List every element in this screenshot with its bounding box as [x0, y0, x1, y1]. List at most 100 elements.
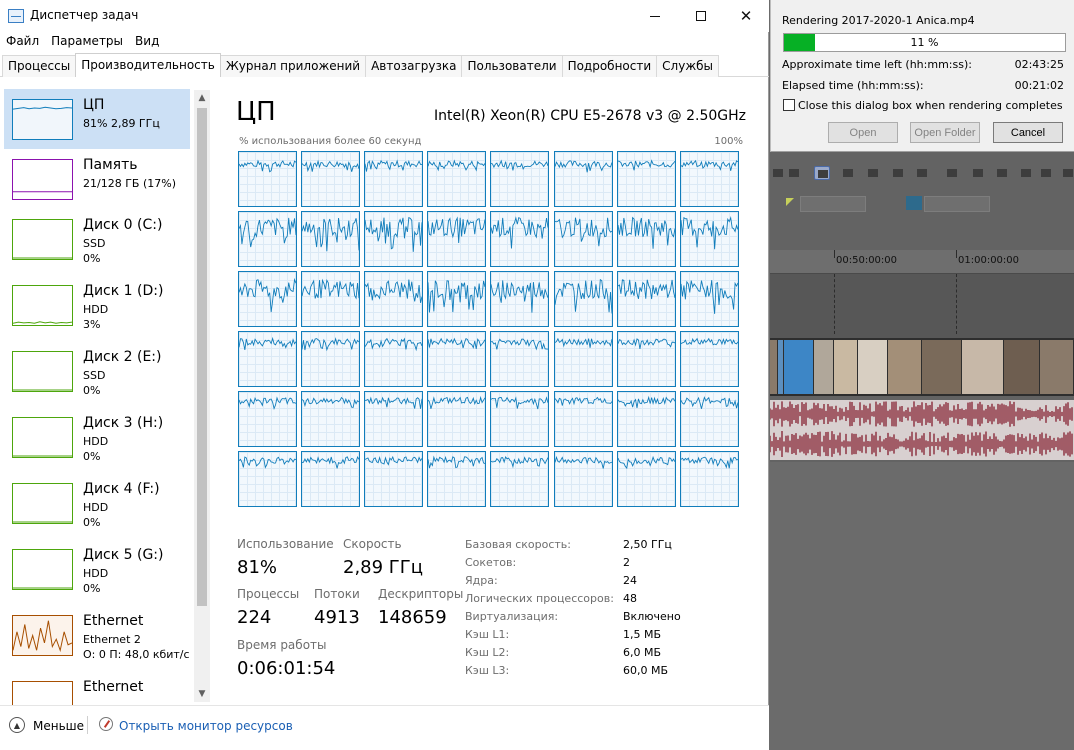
scroll-up-icon[interactable]: ▲ [194, 90, 210, 106]
sidebar-item-disk-1[interactable]: Диск 1 (D:) HDD 3% [4, 275, 190, 335]
video-track[interactable] [770, 338, 1074, 396]
chevron-up-icon[interactable]: ▲ [9, 717, 25, 733]
region-icon[interactable] [1038, 166, 1054, 180]
envelope-tool-icon[interactable] [840, 166, 856, 180]
sidebar-item-memory[interactable]: Память 21/128 ГБ (17%) [4, 149, 190, 209]
video-clip-thumbnail[interactable] [858, 340, 887, 394]
render-progress-bar: 11 % [783, 33, 1066, 52]
sidebar-item-disk-3[interactable]: Диск 3 (H:) HDD 0% [4, 407, 190, 467]
ruler-label: 00:50:00:00 [836, 255, 898, 266]
video-clip-thumbnail[interactable] [1004, 340, 1039, 394]
logical-processor-graph [679, 211, 739, 267]
sidebar-scrollbar[interactable]: ▲ ▼ [194, 90, 210, 702]
speed-label: Скорость [343, 537, 402, 551]
scroll-down-icon[interactable]: ▼ [194, 686, 210, 702]
marker-icon[interactable] [1018, 166, 1034, 180]
normal-edit-tool-icon[interactable] [814, 166, 830, 180]
zoom-tool-icon[interactable] [890, 166, 906, 180]
scrollbar-thumb[interactable] [197, 108, 207, 606]
maximize-button[interactable] [678, 0, 724, 32]
thumbnail-line [13, 455, 72, 457]
cpu-usage-line [491, 455, 549, 469]
tab-app-history[interactable]: Журнал приложений [219, 55, 367, 77]
cancel-button[interactable]: Cancel [993, 122, 1063, 143]
play-from-start-icon[interactable] [786, 166, 802, 180]
thumbnail-line [13, 389, 72, 391]
sidebar-item-value: О: 0 П: 48,0 кбит/с [83, 648, 190, 661]
video-clip-thumbnail[interactable] [1040, 340, 1073, 394]
editor-slider-row [770, 192, 1074, 214]
snapping-icon[interactable] [914, 166, 930, 180]
logical-processor-graph [238, 211, 297, 267]
tab-users[interactable]: Пользователи [461, 55, 563, 77]
tab-startup[interactable]: Автозагрузка [365, 55, 463, 77]
save-icon[interactable] [1060, 166, 1074, 180]
open-folder-button[interactable]: Open Folder [910, 122, 980, 143]
cpu-usage-line [554, 160, 612, 173]
close-when-done-label[interactable]: Close this dialog box when rendering com… [798, 99, 1063, 112]
logical-processor-graph [679, 151, 739, 207]
region-slider[interactable] [924, 196, 990, 212]
cpu-usage-line [239, 336, 296, 351]
video-clip-thumbnail[interactable] [962, 340, 1003, 394]
ignore-grouping-icon[interactable] [994, 166, 1010, 180]
sidebar-item-value: 0% [83, 384, 101, 397]
spec-label: Логических процессоров: [465, 592, 614, 605]
cpu-usage-line [491, 396, 549, 410]
video-clip-thumbnail[interactable] [770, 340, 777, 394]
cpu-usage-line [680, 159, 738, 171]
logical-processor-graphs[interactable] [238, 151, 744, 511]
audio-waveform [770, 401, 1073, 457]
spec-label: Кэш L2: [465, 646, 510, 659]
cpu-usage-line [491, 280, 549, 313]
title-bar[interactable]: Диспетчер задач ✕ [0, 0, 769, 32]
video-clip-thumbnail[interactable] [778, 340, 783, 394]
play-icon[interactable] [770, 166, 786, 180]
selection-tool-icon[interactable] [865, 166, 881, 180]
menu-file[interactable]: Файл [0, 32, 45, 52]
sidebar-item-disk-5[interactable]: Диск 5 (G:) HDD 0% [4, 539, 190, 599]
tab-processes[interactable]: Процессы [2, 55, 77, 77]
timeline-ruler[interactable]: 00:50:00:00 01:00:00:00 [770, 250, 1074, 274]
cpu-usage-line [554, 217, 612, 247]
sidebar-item-disk-4[interactable]: Диск 4 (F:) HDD 0% [4, 473, 190, 533]
cpu-usage-line [617, 455, 675, 470]
audio-track[interactable] [770, 400, 1074, 460]
open-resource-monitor-link[interactable]: Открыть монитор ресурсов [119, 719, 293, 733]
tab-details[interactable]: Подробности [561, 55, 658, 77]
sidebar-item-ethernet-2[interactable]: Ethernet [4, 671, 190, 705]
lock-envelopes-icon[interactable] [970, 166, 986, 180]
tab-performance[interactable]: Производительность [75, 53, 221, 77]
video-clip-thumbnail[interactable] [922, 340, 961, 394]
video-clip-thumbnail[interactable] [888, 340, 921, 394]
sidebar-item-cpu[interactable]: ЦП 81% 2,89 ГГц [4, 89, 190, 149]
resource-monitor-icon[interactable] [99, 717, 113, 731]
fewer-details-link[interactable]: Меньше [33, 719, 84, 733]
sidebar-item-disk-2[interactable]: Диск 2 (E:) SSD 0% [4, 341, 190, 401]
handles-label: Дескрипторы [378, 587, 464, 601]
open-button[interactable]: Open [828, 122, 898, 143]
sidebar-item-ethernet[interactable]: Ethernet Ethernet 2 О: 0 П: 48,0 кбит/с [4, 605, 190, 665]
video-clip-thumbnail[interactable] [814, 340, 833, 394]
close-button[interactable]: ✕ [723, 0, 769, 32]
video-clip-thumbnail[interactable] [784, 340, 813, 394]
close-when-done-checkbox[interactable] [783, 99, 795, 111]
auto-ripple-icon[interactable] [944, 166, 960, 180]
sidebar-item-name: Диск 5 (G:) [83, 547, 164, 563]
spec-label: Виртуализация: [465, 610, 559, 623]
cpu-usage-line [680, 216, 738, 250]
sidebar-item-disk-0[interactable]: Диск 0 (C:) SSD 0% [4, 209, 190, 269]
sidebar-item-detail: 81% 2,89 ГГц [83, 117, 160, 130]
logical-processor-graph [490, 211, 550, 267]
menu-options[interactable]: Параметры [45, 32, 129, 52]
time-slider[interactable] [800, 196, 866, 212]
render-progress-text: 11 % [910, 36, 939, 49]
network-thumbnail-graph [12, 681, 73, 705]
video-clip-thumbnail[interactable] [834, 340, 857, 394]
sidebar-item-type: SSD [83, 237, 106, 250]
spec-value: 2 [623, 556, 630, 569]
minimize-button[interactable] [632, 0, 678, 32]
menu-view[interactable]: Вид [129, 32, 165, 52]
thumbnail-line [13, 682, 72, 705]
tab-services[interactable]: Службы [656, 55, 720, 77]
